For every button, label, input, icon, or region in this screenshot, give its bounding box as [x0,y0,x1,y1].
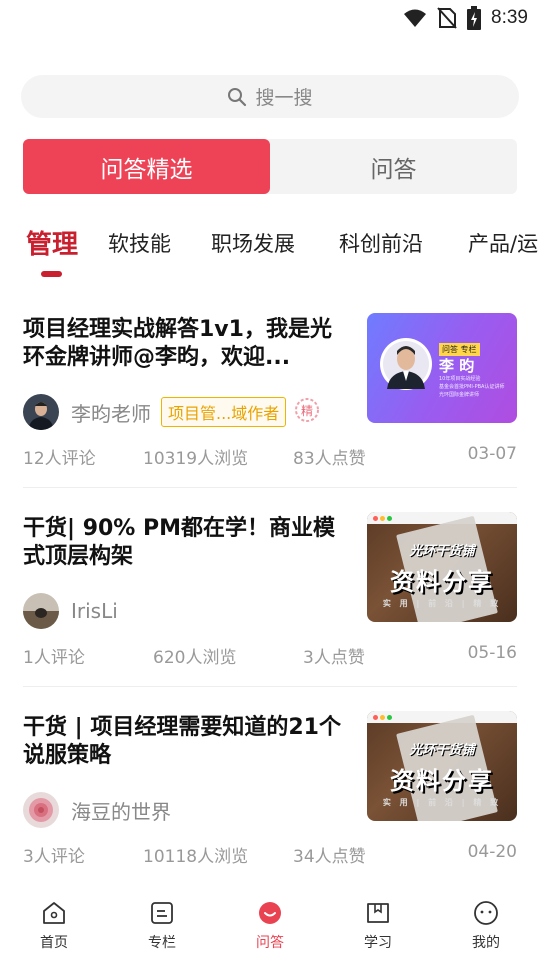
article-thumbnail[interactable]: 问答 专栏 李 昀 10年项目实战经验 基金会首批PMI-PBA认证讲师 光环国… [367,313,517,423]
nav-label: 学习 [364,935,392,951]
divider [23,686,517,687]
article-card[interactable]: 项目经理实战解答1v1，我是光环金牌讲师@李昀，欢迎... 问答 专栏 李 昀 … [0,313,540,506]
article-stats: 12人评论 10319人浏览 83人点赞 03-07 [23,444,517,469]
thumbnail-line: 实 用 | 前 沿 | 精 致 [382,798,502,807]
article-stats: 1人评论 620人浏览 3人点赞 05-16 [23,643,517,668]
post-date: 05-16 [467,643,517,663]
no-sim-icon [437,7,457,29]
column-icon [151,902,173,924]
thumbnail-line: 光环干货铺 [409,743,475,758]
nav-qa[interactable]: 问答 [216,888,324,960]
article-thumbnail[interactable]: 光环干货铺 资料分享 实 用 | 前 沿 | 精 致 [367,512,517,622]
qa-segmented-control: 问答精选 问答 [23,139,517,194]
nav-label: 首页 [40,935,68,951]
author-name[interactable]: IrisLi [71,599,118,623]
study-icon [367,903,389,923]
nav-label: 我的 [472,935,500,951]
featured-seal-icon: 精 [294,397,320,427]
thumbnail-purple: 问答 专栏 李 昀 10年项目实战经验 基金会首批PMI-PBA认证讲师 光环国… [367,313,517,423]
article-thumbnail[interactable]: 光环干货铺 资料分享 实 用 | 前 沿 | 精 致 [367,711,517,821]
article-stats: 3人评论 10118人浏览 34人点赞 04-20 [23,842,517,867]
article-card[interactable]: 干货| 90% PM都在学！商业模式顶层构架 光环干货铺 资料分享 实 用 | … [0,512,540,705]
status-time: 8:39 [491,7,528,28]
category-tab-product[interactable]: 产品/运 [468,228,538,258]
search-bar[interactable]: 搜一搜 [21,75,519,118]
post-date: 03-07 [467,444,517,464]
comment-count: 12人评论 [23,449,96,469]
view-count: 10118人浏览 [143,847,249,867]
thumbnail-line: 实 用 | 前 沿 | 精 致 [382,599,502,608]
svg-text:精: 精 [301,404,313,418]
nav-home[interactable]: 首页 [0,888,108,960]
like-count: 83人点赞 [293,449,366,469]
view-count: 10319人浏览 [143,449,249,469]
article-title[interactable]: 干货| 90% PM都在学！商业模式顶层构架 [23,515,343,571]
avatar[interactable] [23,593,59,629]
thumbnail-line: 光环国际金牌讲师 [439,392,480,398]
search-icon [228,87,247,106]
category-tab-soft-skills[interactable]: 软技能 [108,228,171,258]
article-title[interactable]: 项目经理实战解答1v1，我是光环金牌讲师@李昀，欢迎... [23,316,343,372]
comment-count: 3人评论 [23,847,85,867]
article-author[interactable]: 李昀老师 项目管...域作者 精 [23,394,320,430]
like-count: 3人点赞 [303,648,365,668]
bottom-navigation: 首页 专栏 问答 学习 我的 [0,888,540,960]
thumbnail-headline: 资料分享 [390,767,494,795]
article-title[interactable]: 干货 | 项目经理需要知道的21个说服策略 [23,714,343,770]
view-count: 620人浏览 [153,648,237,668]
category-tab-tech-frontier[interactable]: 科创前沿 [339,228,423,258]
nav-profile[interactable]: 我的 [432,888,540,960]
profile-icon [474,901,498,925]
thumbnail-wood: 光环干货铺 资料分享 实 用 | 前 沿 | 精 致 [367,711,517,821]
article-card[interactable]: 干货 | 项目经理需要知道的21个说服策略 光环干货铺 资料分享 实 用 | 前… [0,711,540,904]
category-tab-management[interactable]: 管理 [26,224,78,261]
comment-count: 1人评论 [23,648,85,668]
author-name[interactable]: 海豆的世界 [71,796,171,825]
wifi-icon [404,9,427,27]
status-bar: 8:39 [0,0,540,36]
avatar[interactable] [23,792,59,828]
nav-study[interactable]: 学习 [324,888,432,960]
status-icons: 8:39 [403,6,528,30]
category-tab-career[interactable]: 职场发展 [211,228,295,258]
thumbnail-line: 10年项目实战经验 [439,376,481,382]
thumbnail-wood: 光环干货铺 资料分享 实 用 | 前 沿 | 精 致 [367,512,517,622]
author-name[interactable]: 李昀老师 [71,398,151,427]
lecturer-portrait [380,338,432,390]
qa-icon [259,902,281,924]
thumbnail-headline: 资料分享 [390,568,494,596]
like-count: 34人点赞 [293,847,366,867]
nav-column[interactable]: 专栏 [108,888,216,960]
tab-qa[interactable]: 问答 [270,139,517,194]
avatar[interactable] [23,394,59,430]
thumbnail-line: 基金会首批PMI-PBA认证讲师 [439,384,505,390]
nav-label: 问答 [256,935,284,951]
article-author[interactable]: 海豆的世界 [23,792,171,828]
home-icon [43,902,65,924]
category-tabs: 管理 软技能 职场发展 科创前沿 产品/运 [0,222,540,284]
post-date: 04-20 [467,842,517,862]
search-placeholder: 搜一搜 [255,87,313,109]
article-author[interactable]: IrisLi [23,593,118,629]
author-tag-badge: 项目管...域作者 [161,397,287,427]
nav-label: 专栏 [148,935,176,951]
thumbnail-name: 李 昀 [439,357,475,375]
tab-qa-featured[interactable]: 问答精选 [23,139,270,194]
divider [23,487,517,488]
battery-icon [467,6,482,30]
category-active-indicator [41,271,62,277]
thumbnail-line: 光环干货铺 [409,544,475,559]
